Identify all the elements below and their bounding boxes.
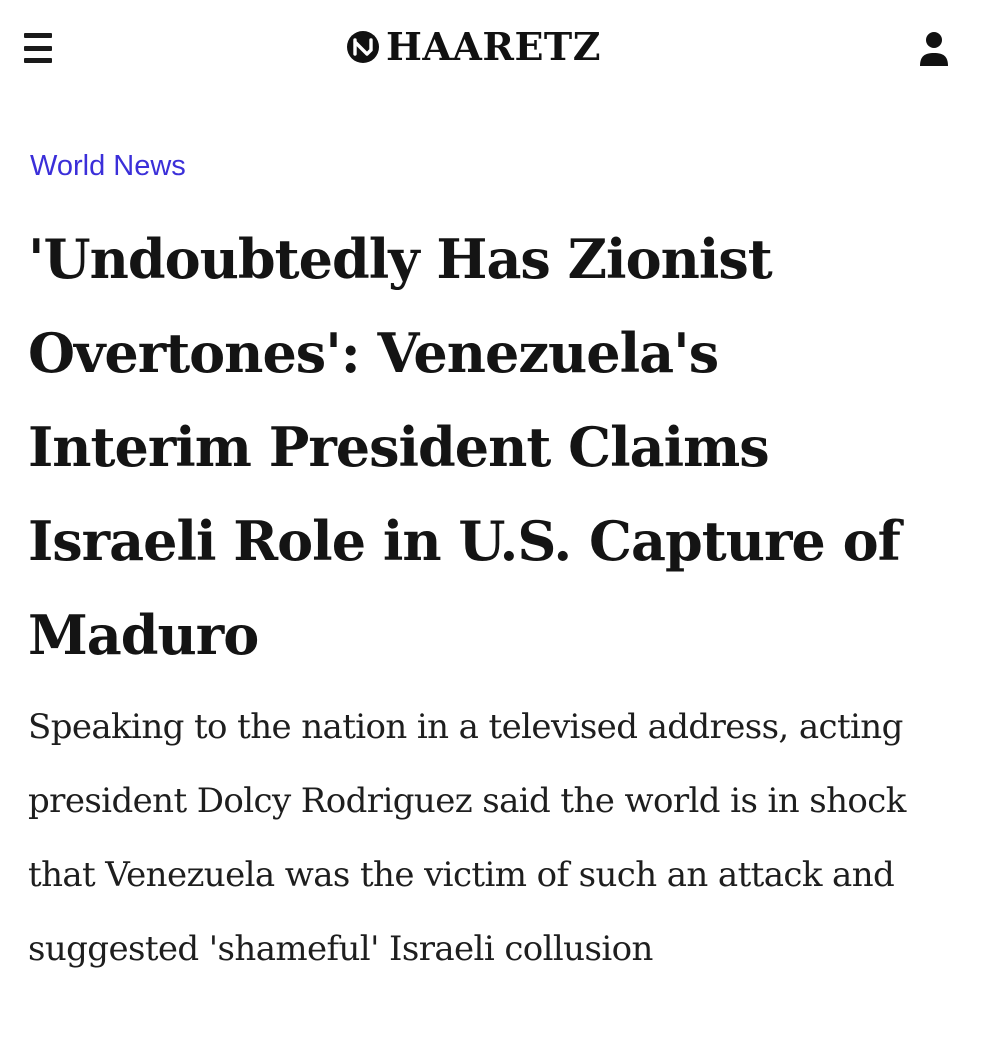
menu-button[interactable] <box>24 33 56 63</box>
user-account-icon <box>920 32 948 66</box>
section-link[interactable]: World News <box>30 148 186 184</box>
hamburger-menu-icon <box>24 58 52 63</box>
haaretz-logo-mark-icon <box>347 31 379 63</box>
site-name: HAARETZ <box>386 24 601 69</box>
top-navigation-bar: HAARETZ <box>0 0 986 100</box>
hamburger-menu-icon <box>24 45 52 51</box>
site-logo[interactable]: HAARETZ <box>346 20 601 74</box>
article-headline: 'Undoubtedly Has Zionist Overtones': Ven… <box>28 227 901 667</box>
account-button[interactable] <box>916 30 952 70</box>
article-subheadline: Speaking to the nation in a televised ad… <box>28 707 906 969</box>
hamburger-menu-icon <box>24 33 52 38</box>
